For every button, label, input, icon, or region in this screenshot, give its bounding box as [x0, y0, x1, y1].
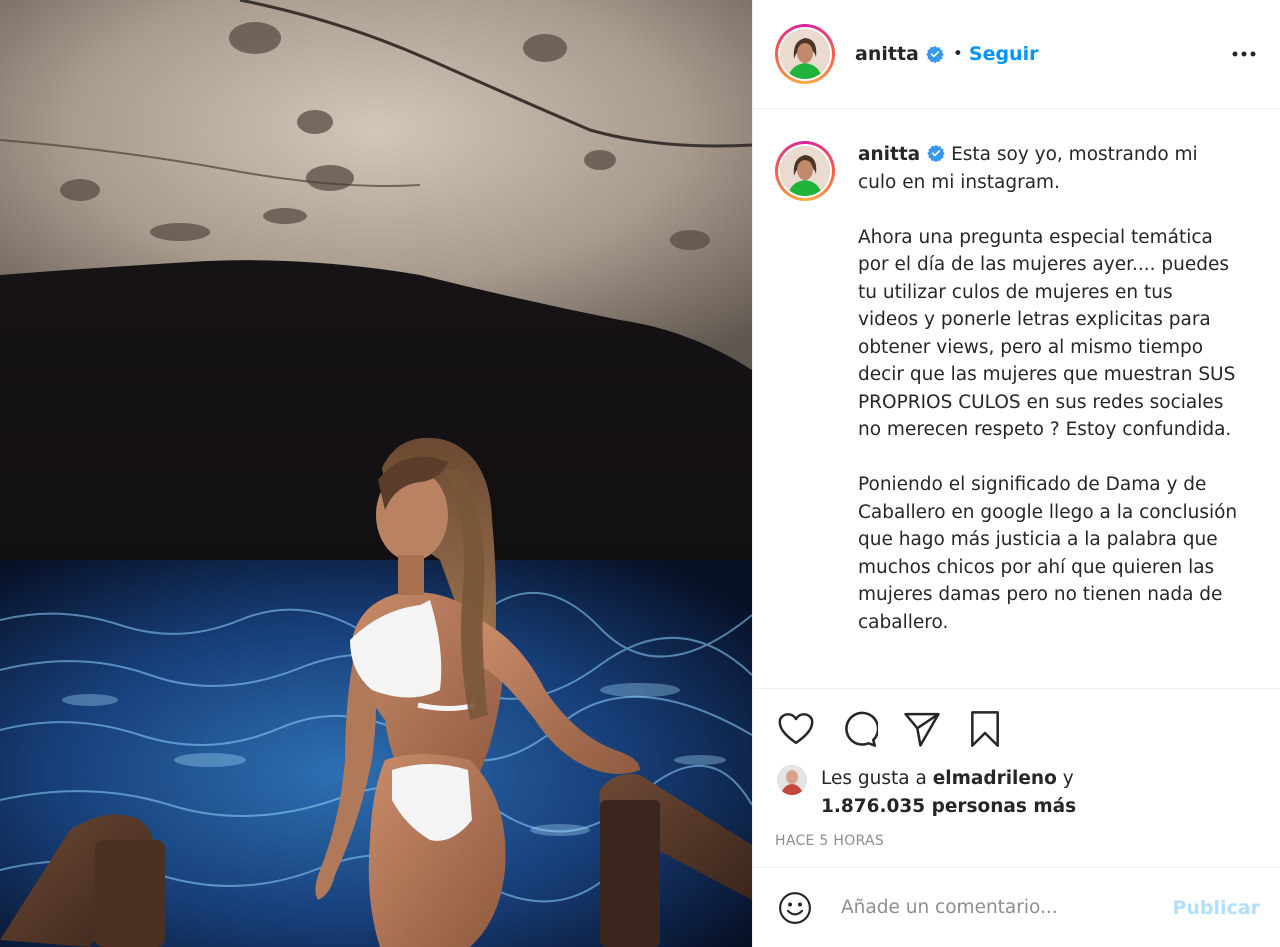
author-avatar[interactable] — [775, 24, 835, 84]
author-username[interactable]: anitta — [855, 43, 919, 65]
cave-pool-photo — [0, 0, 752, 947]
heart-icon[interactable] — [775, 708, 817, 750]
action-bar — [775, 689, 1258, 769]
liker-avatar[interactable] — [777, 765, 807, 795]
comment-input[interactable] — [839, 896, 1173, 919]
post-side-panel: anitta • Seguir anitta Esta soy yo, most… — [752, 0, 1280, 947]
verified-badge-icon — [926, 45, 944, 64]
profile-photo-icon — [777, 765, 807, 795]
comment-icon[interactable] — [838, 708, 880, 750]
more-horizontal-icon[interactable] — [1230, 40, 1258, 68]
likes-count[interactable]: 1.876.035 personas más — [821, 796, 1076, 817]
post-header: anitta • Seguir — [753, 0, 1280, 109]
post-photo[interactable] — [0, 0, 752, 947]
avatar-image — [780, 146, 830, 196]
header-separator: • — [952, 44, 963, 64]
bookmark-icon[interactable] — [964, 708, 1006, 750]
follow-button[interactable]: Seguir — [969, 43, 1039, 65]
instagram-post: anitta • Seguir anitta Esta soy yo, most… — [0, 0, 1280, 947]
liker-username[interactable]: elmadrileno — [933, 768, 1057, 789]
caption-paragraph: anitta Esta soy yo, mostrando mi culo en… — [858, 141, 1238, 196]
send-icon[interactable] — [901, 708, 943, 750]
post-timestamp[interactable]: Hace 5 horas — [775, 833, 1258, 849]
profile-photo-icon — [780, 146, 830, 196]
smiley-icon[interactable] — [775, 888, 815, 928]
caption-section: anitta Esta soy yo, mostrando mi culo en… — [753, 109, 1280, 688]
caption-paragraph-2: Ahora una pregunta especial temática por… — [858, 226, 1236, 441]
likes-conjunction: y — [1056, 768, 1074, 789]
publish-button[interactable]: Publicar — [1172, 897, 1260, 919]
comment-form: Publicar — [753, 867, 1280, 947]
caption-paragraph-3: Poniendo el significado de Dama y de Cab… — [858, 474, 1238, 633]
likes-summary: Les gusta a elmadrileno y 1.876.035 pers… — [775, 765, 1258, 821]
caption-author-avatar[interactable] — [775, 141, 835, 201]
profile-photo-icon — [780, 29, 830, 79]
actions-section: Les gusta a elmadrileno y 1.876.035 pers… — [753, 688, 1280, 849]
avatar-image — [780, 29, 830, 79]
likes-prefix: Les gusta a — [821, 768, 933, 789]
verified-badge-icon — [927, 143, 945, 163]
likes-text: Les gusta a elmadrileno y 1.876.035 pers… — [821, 765, 1076, 821]
caption-text: anitta Esta soy yo, mostrando mi culo en… — [858, 141, 1238, 688]
caption-username[interactable]: anitta — [858, 144, 920, 165]
